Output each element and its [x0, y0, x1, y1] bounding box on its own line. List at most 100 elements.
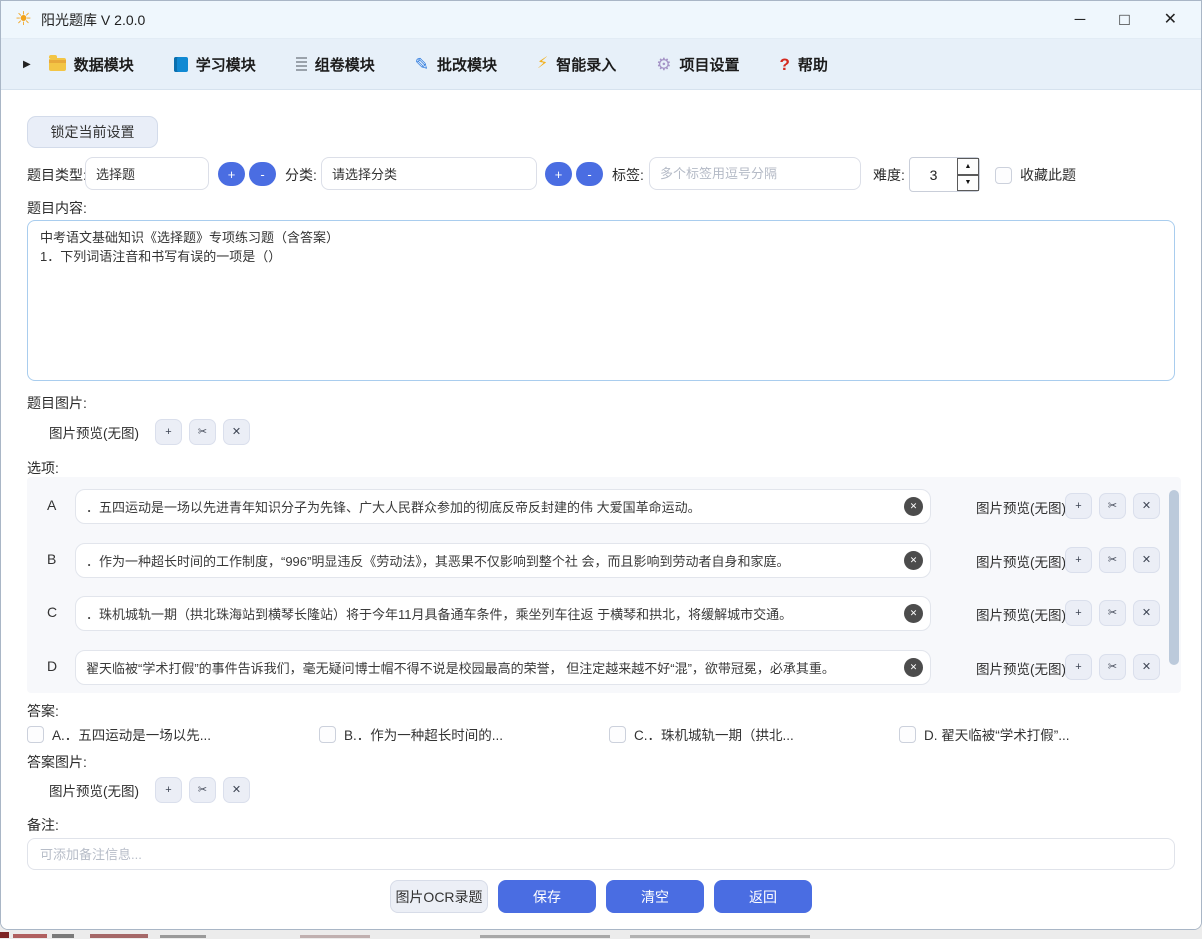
gear-icon: ⚙ [656, 56, 671, 73]
menu-item-help[interactable]: ? 帮助 [780, 54, 828, 75]
menu-item-label: 智能录入 [556, 54, 616, 75]
difficulty-value: 3 [910, 158, 957, 191]
question-mark-icon: ? [780, 56, 790, 73]
menu-item-label: 学习模块 [196, 54, 256, 75]
minimize-button[interactable]: ─ [1075, 12, 1086, 27]
type-remove-button[interactable]: - [249, 162, 276, 186]
question-content-label: 题目内容: [27, 198, 87, 218]
menu-item-study-module[interactable]: 学习模块 [174, 54, 256, 75]
option-image-preview-label: 图片预览(无图) [976, 497, 1066, 517]
option-row-b: B ✕ 图片预览(无图) + ✂ ✕ [27, 543, 1181, 578]
question-image-label: 题目图片: [27, 393, 87, 413]
maximize-button[interactable]: □ [1119, 11, 1129, 28]
option-c-input[interactable] [75, 596, 931, 631]
question-image-paste-button[interactable]: ✂ [189, 419, 216, 445]
lock-settings-button[interactable]: 锁定当前设置 [27, 116, 158, 148]
category-label: 分类: [285, 157, 317, 193]
type-add-button[interactable]: + [218, 162, 245, 186]
option-image-preview-label: 图片预览(无图) [976, 604, 1066, 624]
answer-c-checkbox[interactable] [609, 726, 626, 743]
option-d-image-paste-button[interactable]: ✂ [1099, 654, 1126, 680]
answer-option-b: B.．作为一种超长时间的... [319, 724, 609, 744]
question-image-add-button[interactable]: + [155, 419, 182, 445]
option-row-c: C ✕ 图片预览(无图) + ✂ ✕ [27, 596, 1181, 631]
option-a-clear-icon[interactable]: ✕ [904, 497, 923, 516]
clipped-content-mark [160, 935, 206, 938]
remark-input[interactable] [27, 838, 1175, 870]
question-type-input[interactable] [85, 157, 209, 190]
option-b-image-clear-button[interactable]: ✕ [1133, 547, 1160, 573]
option-d-clear-icon[interactable]: ✕ [904, 658, 923, 677]
menu-item-project-settings[interactable]: ⚙ 项目设置 [656, 54, 739, 75]
clipped-content-mark [90, 934, 148, 938]
option-letter: A [47, 497, 56, 513]
menu-item-label: 数据模块 [74, 54, 134, 75]
answer-image-label: 答案图片: [27, 752, 87, 772]
option-image-preview-label: 图片预览(无图) [976, 658, 1066, 678]
options-panel: A ✕ 图片预览(无图) + ✂ ✕ B ✕ 图片预览(无图) [27, 477, 1181, 693]
close-button[interactable]: ✕ [1164, 12, 1177, 28]
option-image-preview-label: 图片预览(无图) [976, 551, 1066, 571]
book-icon [174, 57, 188, 72]
clipped-content-mark [52, 934, 74, 938]
answer-image-paste-button[interactable]: ✂ [189, 777, 216, 803]
options-scrollbar[interactable] [1169, 490, 1179, 665]
app-window: ☀ 阳光题库 V 2.0.0 ─ □ ✕ ▶ 数据模块 学习模块 组卷模块 ✎ … [0, 0, 1202, 930]
option-a-image-add-button[interactable]: + [1065, 493, 1092, 519]
option-c-image-clear-button[interactable]: ✕ [1133, 600, 1160, 626]
menu-item-smart-entry[interactable]: ⚡ 智能录入 [537, 54, 616, 75]
option-b-clear-icon[interactable]: ✕ [904, 551, 923, 570]
category-input[interactable] [321, 157, 537, 190]
option-b-image-paste-button[interactable]: ✂ [1099, 547, 1126, 573]
favorite-checkbox[interactable] [995, 167, 1012, 184]
category-add-button[interactable]: + [545, 162, 572, 186]
save-button[interactable]: 保存 [498, 880, 596, 913]
folder-icon [49, 58, 66, 71]
option-a-image-clear-button[interactable]: ✕ [1133, 493, 1160, 519]
option-d-image-clear-button[interactable]: ✕ [1133, 654, 1160, 680]
option-row-d: D ✕ 图片预览(无图) + ✂ ✕ [27, 650, 1181, 685]
answers-label: 答案: [27, 701, 59, 721]
answer-image-add-button[interactable]: + [155, 777, 182, 803]
category-remove-button[interactable]: - [576, 162, 603, 186]
difficulty-up-icon[interactable]: ▲ [957, 158, 979, 175]
tags-label: 标签: [612, 157, 644, 193]
clear-button[interactable]: 清空 [606, 880, 704, 913]
answer-option-d: D. 翟天临被“学术打假”... [899, 724, 1181, 744]
menu-expand-arrow-icon[interactable]: ▶ [23, 59, 31, 70]
answer-b-checkbox[interactable] [319, 726, 336, 743]
option-c-image-paste-button[interactable]: ✂ [1099, 600, 1126, 626]
option-letter: C [47, 604, 57, 620]
answer-image-preview-label: 图片预览(无图) [49, 780, 141, 800]
difficulty-stepper[interactable]: 3 ▲ ▼ [909, 157, 980, 192]
menu-item-grading-module[interactable]: ✎ 批改模块 [415, 54, 497, 75]
option-b-image-add-button[interactable]: + [1065, 547, 1092, 573]
answer-option-a: A.．五四运动是一场以先... [27, 724, 319, 744]
option-c-image-add-button[interactable]: + [1065, 600, 1092, 626]
menu-item-data-module[interactable]: 数据模块 [49, 54, 134, 75]
option-d-image-add-button[interactable]: + [1065, 654, 1092, 680]
option-b-input[interactable] [75, 543, 931, 578]
question-image-clear-button[interactable]: ✕ [223, 419, 250, 445]
ocr-entry-button[interactable]: 图片OCR录题 [390, 880, 488, 913]
answer-d-checkbox[interactable] [899, 726, 916, 743]
clipped-content-mark [630, 935, 810, 938]
sun-app-icon: ☀ [15, 10, 32, 29]
list-icon [296, 57, 307, 71]
option-c-clear-icon[interactable]: ✕ [904, 604, 923, 623]
question-content-textarea[interactable]: 中考语文基础知识《选择题》专项练习题（含答案） 1．下列词语注音和书写有误的一项… [27, 220, 1175, 381]
back-button[interactable]: 返回 [714, 880, 812, 913]
answer-image-clear-button[interactable]: ✕ [223, 777, 250, 803]
answer-a-checkbox[interactable] [27, 726, 44, 743]
menu-bar: ▶ 数据模块 学习模块 组卷模块 ✎ 批改模块 ⚡ 智能录入 ⚙ 项目设置 ? … [1, 39, 1201, 90]
question-entry-form: 锁定当前设置 题目类型: + - 分类: + - 标签: 难度: 3 ▲ ▼ [1, 90, 1201, 929]
menu-item-label: 组卷模块 [315, 54, 375, 75]
difficulty-down-icon[interactable]: ▼ [957, 175, 979, 192]
option-letter: B [47, 551, 56, 567]
option-a-image-paste-button[interactable]: ✂ [1099, 493, 1126, 519]
option-a-input[interactable] [75, 489, 931, 524]
menu-item-paper-module[interactable]: 组卷模块 [296, 54, 375, 75]
option-d-input[interactable] [75, 650, 931, 685]
pen-icon: ✎ [415, 56, 429, 73]
tags-input[interactable] [649, 157, 861, 190]
